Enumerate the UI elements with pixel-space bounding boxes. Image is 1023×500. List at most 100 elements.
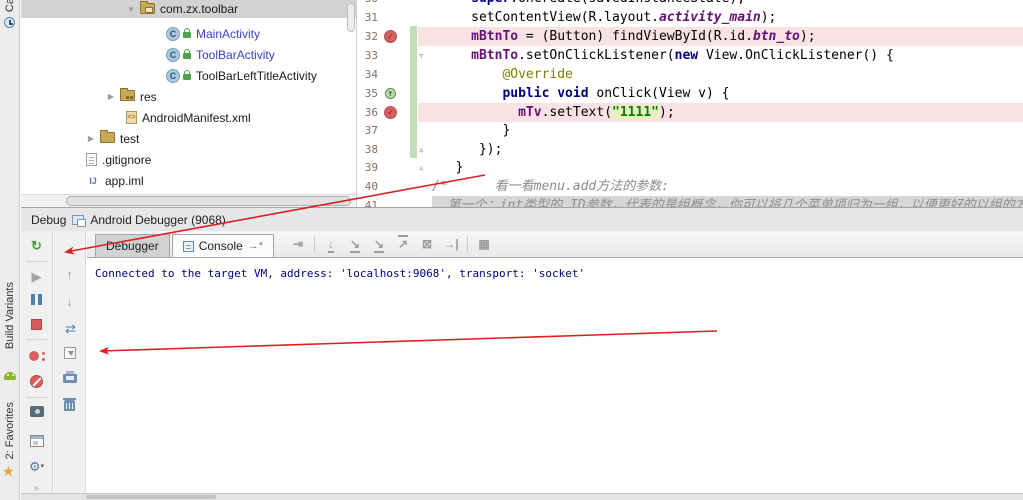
separator <box>26 261 47 262</box>
separator <box>467 235 469 252</box>
scrollbar-thumb[interactable] <box>66 196 351 206</box>
pause-button[interactable] <box>31 294 42 305</box>
toolwindow-bar-left: Ca Build Variants 2: Favorites ★ <box>0 0 20 500</box>
screenshot-button[interactable] <box>30 406 44 417</box>
bottom-scrollbar[interactable] <box>21 493 1023 500</box>
code-line: super.onCreate(savedInstanceState); <box>432 0 1023 8</box>
run-to-cursor-button[interactable]: →| <box>439 237 463 251</box>
code-line: mBtnTo = (Button) findViewById(R.id.btn_… <box>432 29 816 44</box>
step-into-button[interactable]: ↘ <box>343 236 367 253</box>
down-stack-button[interactable]: ↓ <box>54 294 85 309</box>
android-studio-window: Ca Build Variants 2: Favorites ★ ▼ com.z… <box>0 0 1023 500</box>
fold-marker-icon[interactable]: ▵ <box>418 140 425 159</box>
view-breakpoints-button[interactable] <box>29 350 45 363</box>
gutter-row: 36 ✓ <box>358 103 430 122</box>
class-icon: C <box>166 68 180 83</box>
scrollbar-thumb[interactable] <box>86 495 216 499</box>
tree-item-gitignore[interactable]: .gitignore <box>21 149 356 170</box>
debug-toolwindow-header: Debug Android Debugger (9068) <box>21 207 1023 231</box>
console-actions-toolbar: ↑ ↓ ⇄ <box>54 231 86 493</box>
fold-marker-icon[interactable]: ▿ <box>418 46 425 65</box>
gutter-row: 41 <box>364 199 378 207</box>
tree-vertical-scrollbar[interactable] <box>347 3 355 32</box>
manifest-file-icon: <> <box>126 111 137 124</box>
soft-wrap-button[interactable]: ⇄ <box>54 321 85 336</box>
build-variants-label: Build Variants <box>4 282 16 350</box>
debugger-actions-toolbar: ↻ ▶ ⚙▾ » <box>21 231 53 494</box>
code-editor[interactable]: 30 31 32✓ 33▿ 34 35↑ 36✓ 37 38▵ 39▵ 40 4… <box>358 0 1023 207</box>
settings-gear-button[interactable]: ⚙▾ <box>21 459 52 474</box>
restore-layout-button[interactable] <box>30 435 44 447</box>
chevron-right-icon[interactable]: ▶ <box>86 134 96 143</box>
code-line: } <box>432 160 464 175</box>
tree-item-label: app.iml <box>105 173 144 188</box>
tree-item-label: MainActivity <box>196 26 261 41</box>
breakpoint-icon[interactable]: ✓ <box>384 106 397 119</box>
drop-frame-button[interactable]: ⊠ <box>415 237 439 251</box>
debug-session-label: Android Debugger (9068) <box>90 212 226 227</box>
res-folder-icon <box>120 88 135 101</box>
gutter-row: 35 ↑ <box>358 84 430 103</box>
tab-build-variants[interactable]: Build Variants <box>0 282 20 350</box>
tree-item-label: res <box>140 89 157 104</box>
tab-debugger[interactable]: Debugger <box>95 234 170 257</box>
tree-item-appiml[interactable]: IJ app.iml <box>21 170 356 191</box>
gutter-row: 38 ▵ <box>358 140 430 159</box>
tree-item-toolbarlefttitleactivity[interactable]: C ToolBarLeftTitleActivity <box>21 65 356 86</box>
tree-horizontal-scrollbar[interactable] <box>21 194 356 207</box>
override-method-icon[interactable]: ↑ <box>385 88 396 99</box>
chevron-down-icon[interactable]: ▼ <box>126 5 136 14</box>
step-over-button[interactable]: ↓ <box>319 236 343 253</box>
tree-item-label: ToolBarLeftTitleActivity <box>196 68 317 83</box>
gutter-row: 34 <box>364 68 378 81</box>
step-out-button[interactable]: ↗ <box>391 234 415 251</box>
mute-breakpoints-button[interactable] <box>30 375 43 388</box>
tab-label: Console <box>198 239 243 253</box>
code-line: 第一个：int类型的 ID参数，代表的是组概念，你可以将几个菜单项归为一组，以便… <box>432 198 1023 207</box>
separator <box>314 235 316 252</box>
resume-button[interactable]: ▶ <box>21 269 52 284</box>
scroll-to-end-button[interactable] <box>64 347 76 359</box>
force-step-into-button[interactable]: ↘ <box>367 236 391 253</box>
tab-captures[interactable]: Ca <box>0 0 20 13</box>
tree-item-label: com.zx.toolbar <box>160 2 239 16</box>
favorites-star-icon: ★ <box>2 463 15 479</box>
tree-item-toolbaractivity[interactable]: C ToolBarActivity <box>21 44 356 65</box>
tab-favorites[interactable]: 2: Favorites <box>0 400 20 462</box>
tab-console[interactable]: Console →* <box>171 234 275 257</box>
clear-console-button[interactable] <box>63 398 76 411</box>
fold-marker-icon[interactable]: ▵ <box>418 158 425 177</box>
chevron-right-icon[interactable]: ▶ <box>106 92 116 101</box>
console-icon <box>182 240 194 252</box>
code-line: public void onClick(View v) { <box>432 86 730 101</box>
tree-item-label: ToolBarActivity <box>196 47 275 62</box>
console-output-text: Connected to the target VM, address: 'lo… <box>95 267 586 280</box>
iml-file-icon: IJ <box>89 175 97 186</box>
text-file-icon <box>86 153 97 166</box>
print-console-button[interactable] <box>63 371 77 383</box>
breakpoint-icon[interactable]: ✓ <box>384 30 397 43</box>
show-execution-point-button[interactable]: ⇥ <box>286 237 310 251</box>
folder-icon <box>100 130 115 143</box>
code-line: setContentView(R.layout.activity_main); <box>432 10 777 25</box>
debug-title: Debug <box>31 212 67 227</box>
tree-item-res[interactable]: ▶ res <box>21 86 356 107</box>
android-icon <box>4 372 16 380</box>
clock-icon[interactable] <box>4 17 15 28</box>
tree-item-test[interactable]: ▶ test <box>21 128 356 149</box>
console-output-area[interactable]: Connected to the target VM, address: 'lo… <box>87 259 1023 493</box>
tree-item-label: .gitignore <box>102 152 152 167</box>
code-line: /* 看一看menu.add方法的参数: <box>432 179 670 194</box>
tree-item-mainactivity[interactable]: C MainActivity <box>21 23 356 44</box>
tab-label: Debugger <box>106 239 159 253</box>
tree-item-androidmanifest[interactable]: <> AndroidManifest.xml <box>21 107 356 128</box>
code-line: mBtnTo.setOnClickListener(new View.OnCli… <box>432 48 894 63</box>
rerun-button[interactable]: ↻ <box>21 238 52 253</box>
code-line: }); <box>432 142 503 157</box>
tree-item-package[interactable]: ▼ com.zx.toolbar <box>21 0 356 18</box>
gutter-row: 32 ✓ <box>358 27 430 46</box>
visibility-icon <box>183 48 191 59</box>
up-stack-button[interactable]: ↑ <box>54 267 85 282</box>
stop-button[interactable] <box>31 319 42 330</box>
evaluate-expression-button[interactable]: ▦ <box>472 237 496 251</box>
